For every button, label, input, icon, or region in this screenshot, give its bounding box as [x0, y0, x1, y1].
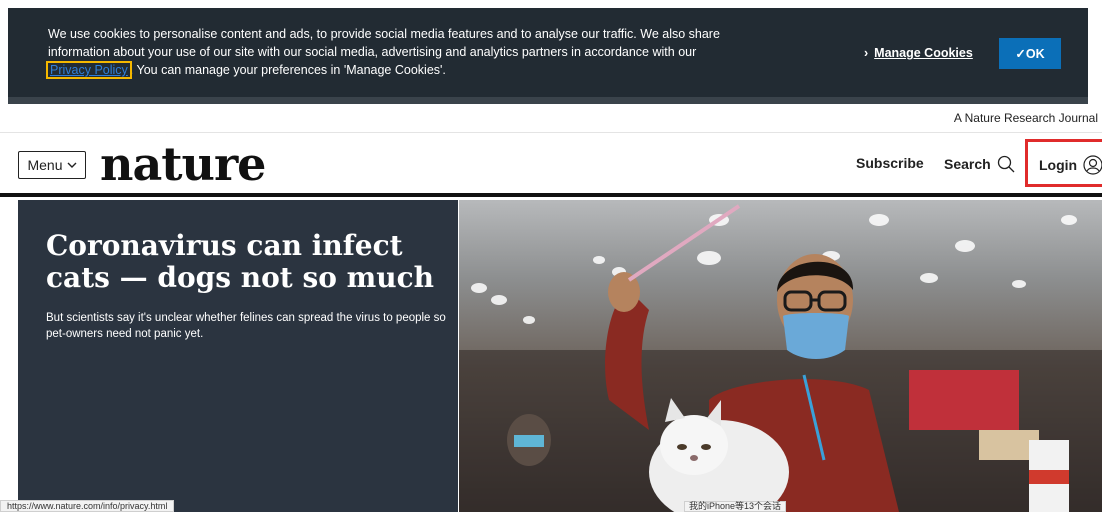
manage-cookies-link[interactable]: › Manage Cookies [864, 46, 973, 60]
menu-label: Menu [27, 157, 63, 173]
cookie-banner: We use cookies to personalise content an… [8, 8, 1088, 104]
subscribe-label: Subscribe [856, 155, 924, 171]
hero-description: But scientists say it's unclear whether … [46, 312, 446, 340]
login-label: Login [1039, 157, 1078, 173]
cookie-message-text-end: . You can manage your preferences in 'Ma… [129, 63, 446, 77]
login-button[interactable]: Login [1039, 155, 1102, 175]
hero-headline[interactable]: Coronavirus can infect cats — dogs not s… [46, 230, 446, 294]
status-bar-url: https://www.nature.com/info/privacy.html [0, 500, 175, 512]
journal-tagline: A Nature Research Journal [953, 111, 1098, 125]
search-label: Search [944, 156, 991, 172]
search-icon [997, 155, 1015, 173]
menu-button[interactable]: Menu [18, 151, 86, 179]
chevron-right-icon: › [864, 46, 869, 60]
header-divider [0, 193, 1102, 197]
user-icon [1083, 155, 1102, 175]
privacy-policy-link[interactable]: Privacy Policy [46, 61, 132, 79]
hero-image[interactable] [459, 200, 1102, 512]
manage-cookies-label: Manage Cookies [874, 46, 973, 60]
top-divider [0, 132, 1102, 133]
chevron-down-icon [67, 162, 77, 168]
hero-text-panel[interactable]: Coronavirus can infect cats — dogs not s… [18, 200, 458, 512]
taskbar-tooltip: 我的iPhone等13个会话 [684, 501, 787, 512]
nature-logo[interactable]: nature [100, 134, 266, 194]
cookie-banner-bottom-strip [8, 97, 1088, 104]
cookie-message: We use cookies to personalise content an… [46, 25, 728, 79]
subscribe-link[interactable]: Subscribe [856, 155, 924, 171]
cat-show-photo [459, 204, 1102, 512]
cookie-message-text: We use cookies to personalise content an… [48, 27, 720, 59]
ok-button[interactable]: ✓OK [999, 38, 1061, 69]
search-button[interactable]: Search [944, 155, 1015, 173]
